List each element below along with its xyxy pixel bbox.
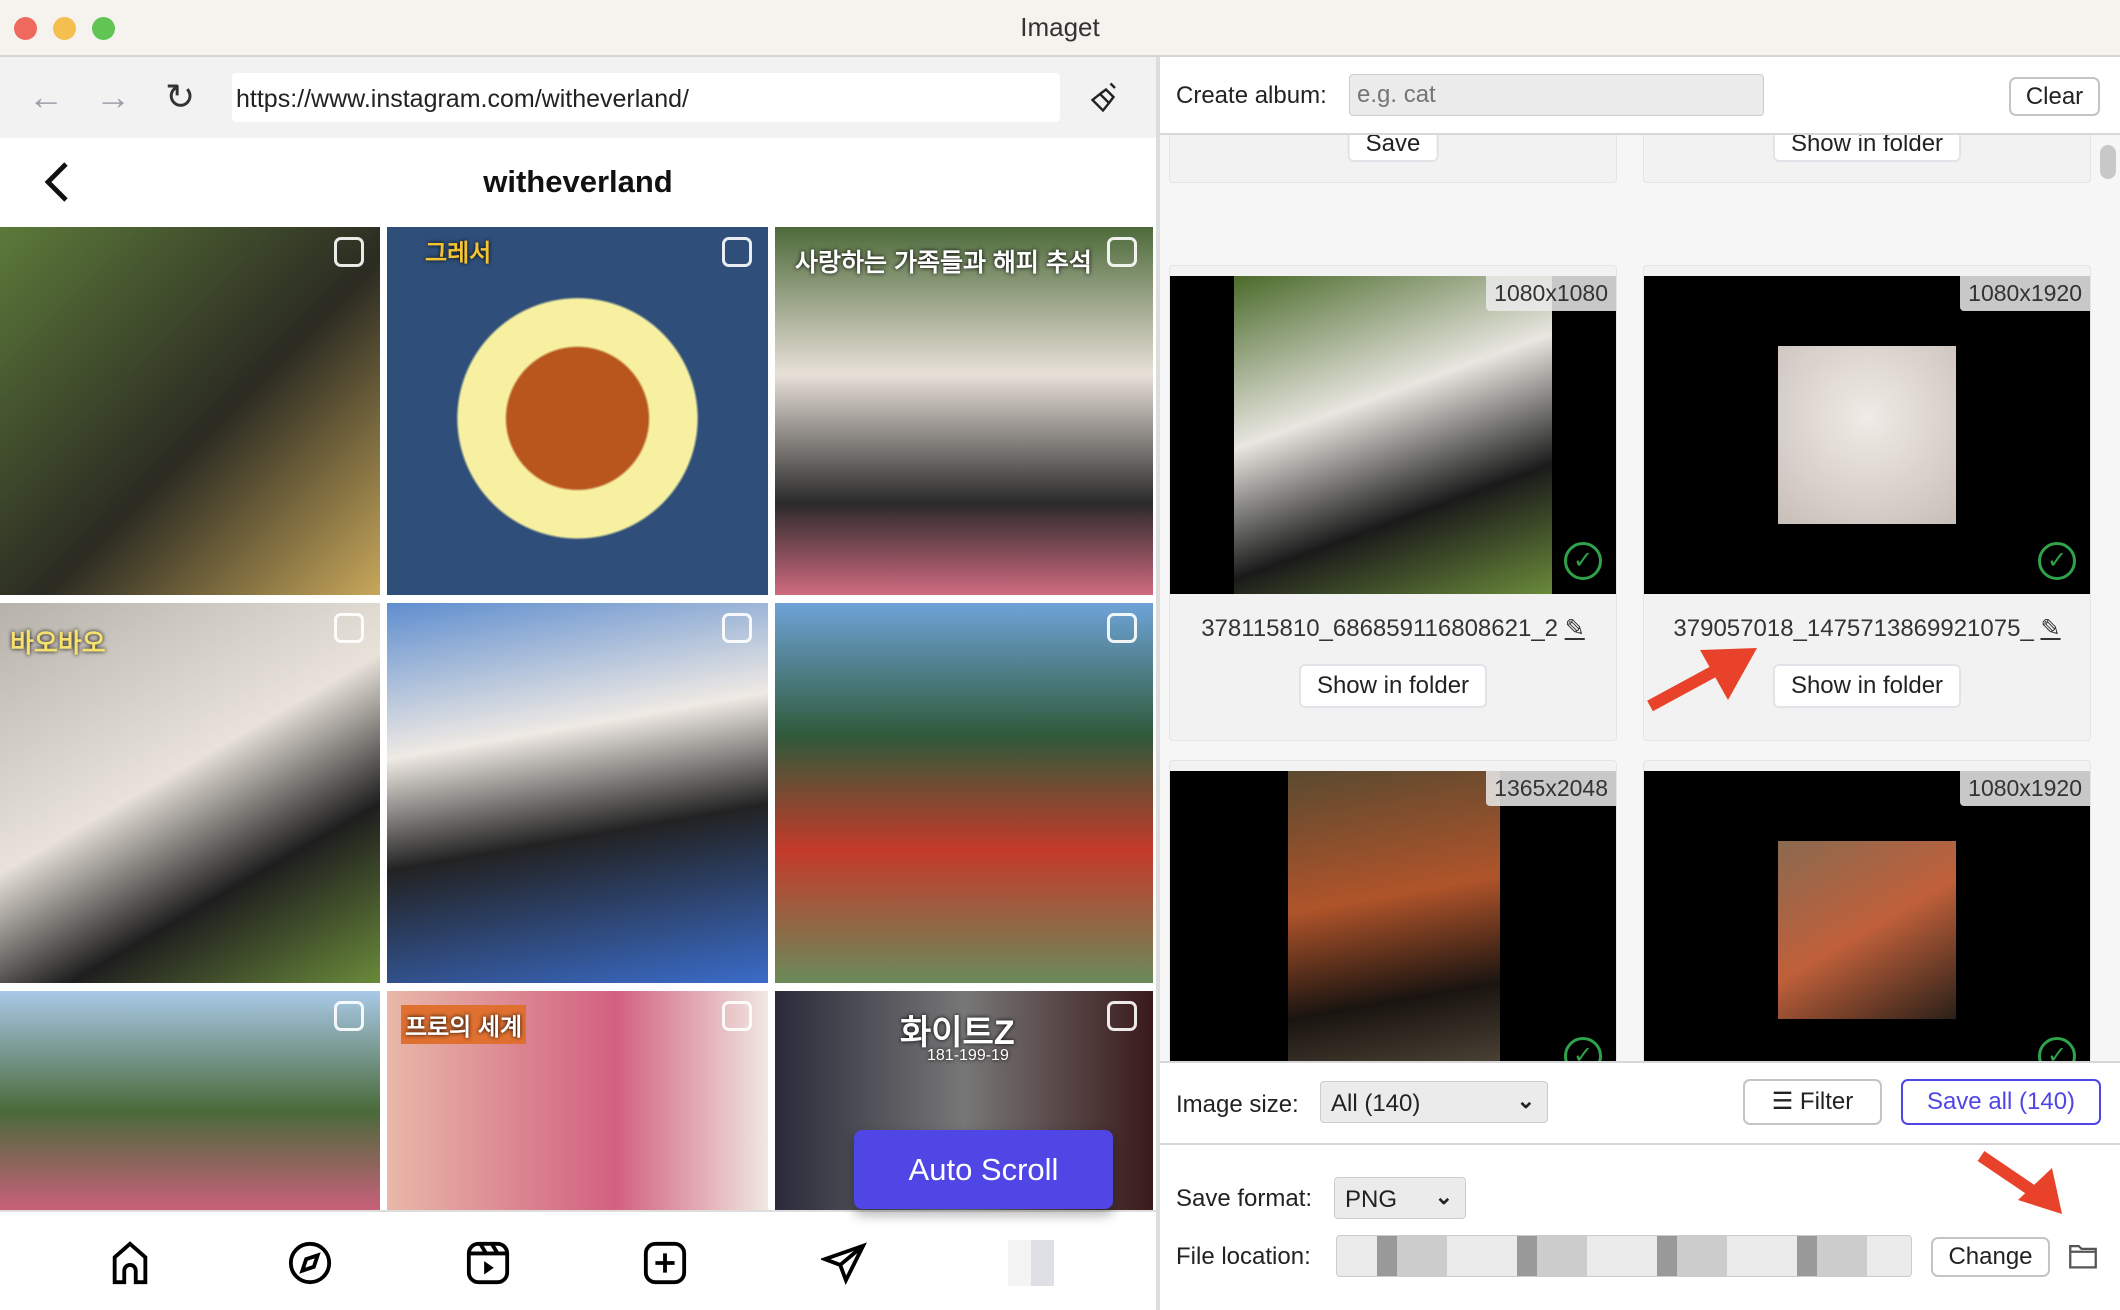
filename: 378115810_686859116808621_2 ✎ [1170,614,1616,643]
filename-text: 378115810_686859116808621_2 [1201,615,1559,642]
image-dimensions: 1365x2048 [1486,771,1616,806]
show-in-folder-button[interactable]: Show in folder [1772,664,1962,708]
reel-icon [722,237,752,267]
filename: 379057018_1475713869921075_ ✎ [1644,614,2090,643]
image-thumbnail[interactable]: 1080x1920 ✓ [1644,771,2090,1061]
checkmark-icon[interactable]: ✓ [2038,1037,2076,1061]
save-controls: Image size: All (140) ⌄ ☰ Filter Save all… [1160,1061,2120,1310]
image-thumbnail[interactable]: 1080x1920 ✓ [1644,276,2090,594]
chevron-down-icon: ⌄ [1434,1184,1453,1209]
reels-icon[interactable] [465,1240,511,1286]
filename-text: 379057018_1475713869921075_ [1673,615,2034,642]
image-results: Save Show in folder 1080x1080 ✓ 378115810… [1160,135,2120,1061]
album-row: Create album: Clear [1160,57,2120,135]
reel-icon [334,613,364,643]
save-all-button[interactable]: Save all (140) [1901,1079,2101,1125]
window-title: Imaget [1020,12,1100,42]
image-card: 1080x1920 ✓ 379057018_1475713869921075_ ✎… [1643,265,2091,741]
checkmark-icon[interactable]: ✓ [2038,542,2076,580]
divider [1160,1143,2120,1145]
image-size-select[interactable]: All (140) ⌄ [1320,1081,1548,1123]
show-in-folder-button[interactable]: Show in folder [1298,664,1488,708]
post-caption: 프로의 세계 [401,1005,527,1044]
back-arrow-icon[interactable]: ← [28,77,64,117]
post-caption: 사랑하는 가족들과 해피 추석 [795,249,1092,277]
image-thumbnail[interactable]: 1080x1080 ✓ [1170,276,1616,594]
show-in-folder-button[interactable]: Show in folder [1772,135,1962,162]
image-card: 1365x2048 ✓ [1169,760,1617,1061]
image-dimensions: 1080x1920 [1960,771,2090,806]
save-format-label: Save format: [1176,1185,1313,1212]
filter-button[interactable]: ☰ Filter [1743,1079,1882,1125]
multi-image-icon [1107,237,1137,267]
reel-icon [1107,1001,1137,1031]
post-caption: 그레서 [425,240,492,267]
change-location-button[interactable]: Change [1931,1237,2050,1277]
post-tile[interactable]: 프로의 세계 [387,991,768,1210]
image-thumbnail[interactable]: 1365x2048 ✓ [1170,771,1616,1061]
broom-icon[interactable] [1088,79,1124,115]
profile-avatar[interactable] [1008,1240,1054,1286]
multi-image-icon [1107,613,1137,643]
explore-compass-icon[interactable] [287,1240,333,1286]
sliders-icon: ☰ [1771,1088,1800,1115]
post-caption: 바오바오 [10,628,106,658]
imaget-panel: Create album: Clear Save Show in folder … [1160,57,2120,1310]
reel-icon [334,237,364,267]
post-tile[interactable]: 그레서 [387,227,768,595]
profile-title: witheverland [483,164,673,199]
post-tile[interactable] [0,991,380,1210]
create-album-label: Create album: [1176,82,1327,109]
checkmark-icon[interactable]: ✓ [1564,542,1602,580]
image-card: Show in folder [1643,135,2091,183]
image-size-label: Image size: [1176,1091,1299,1118]
create-post-icon[interactable] [642,1240,688,1286]
chevron-down-icon: ⌄ [1516,1088,1535,1113]
post-tile[interactable]: 사랑하는 가족들과 해피 추석 [775,227,1153,595]
post-grid: 그레서 사랑하는 가족들과 해피 추석 바오바오 프로의 세계 화이트Z 181-… [0,227,1156,1210]
post-tile[interactable] [387,603,768,983]
image-card: 1080x1920 ✓ [1643,760,2091,1061]
edit-pencil-icon[interactable]: ✎ [2040,615,2060,642]
save-format-select[interactable]: PNG ⌄ [1334,1177,1466,1219]
post-tile[interactable]: 바오바오 [0,603,380,983]
home-icon[interactable] [107,1240,153,1286]
post-caption: 181-199-19 [927,1047,1009,1064]
image-dimensions: 1080x1080 [1486,276,1616,311]
url-field[interactable]: https://www.instagram.com/witheverland/ [232,73,1060,122]
checkmark-icon[interactable]: ✓ [1564,1037,1602,1061]
save-button[interactable]: Save [1347,135,1439,162]
image-card: 1080x1080 ✓ 378115810_686859116808621_2 ✎… [1169,265,1617,741]
auto-scroll-button[interactable]: Auto Scroll [854,1130,1113,1209]
album-name-input[interactable] [1349,74,1764,116]
image-card: Save [1169,135,1617,183]
browser-toolbar: ← → ↻ https://www.instagram.com/withever… [0,57,1156,138]
direct-messages-icon[interactable] [821,1240,867,1286]
forward-arrow-icon[interactable]: → [95,77,131,117]
image-size-value: All (140) [1331,1090,1421,1117]
image-dimensions: 1080x1920 [1960,276,2090,311]
instagram-header: witheverland [0,138,1156,227]
scrollbar-thumb[interactable] [2100,145,2116,179]
save-format-value: PNG [1345,1186,1398,1213]
title-bar: Imaget [0,0,2120,57]
post-tile[interactable] [775,603,1153,983]
instagram-bottom-nav [0,1210,1156,1310]
folder-icon[interactable] [2066,1239,2100,1273]
multi-image-icon [722,613,752,643]
file-location-field[interactable] [1336,1235,1912,1277]
post-tile[interactable] [0,227,380,595]
multi-image-icon [334,1001,364,1031]
clear-button[interactable]: Clear [2009,77,2100,116]
filter-label: Filter [1799,1088,1854,1115]
file-location-label: File location: [1176,1243,1311,1270]
edit-pencil-icon[interactable]: ✎ [1565,615,1585,642]
reload-icon[interactable]: ↻ [165,77,195,117]
reel-icon [722,1001,752,1031]
